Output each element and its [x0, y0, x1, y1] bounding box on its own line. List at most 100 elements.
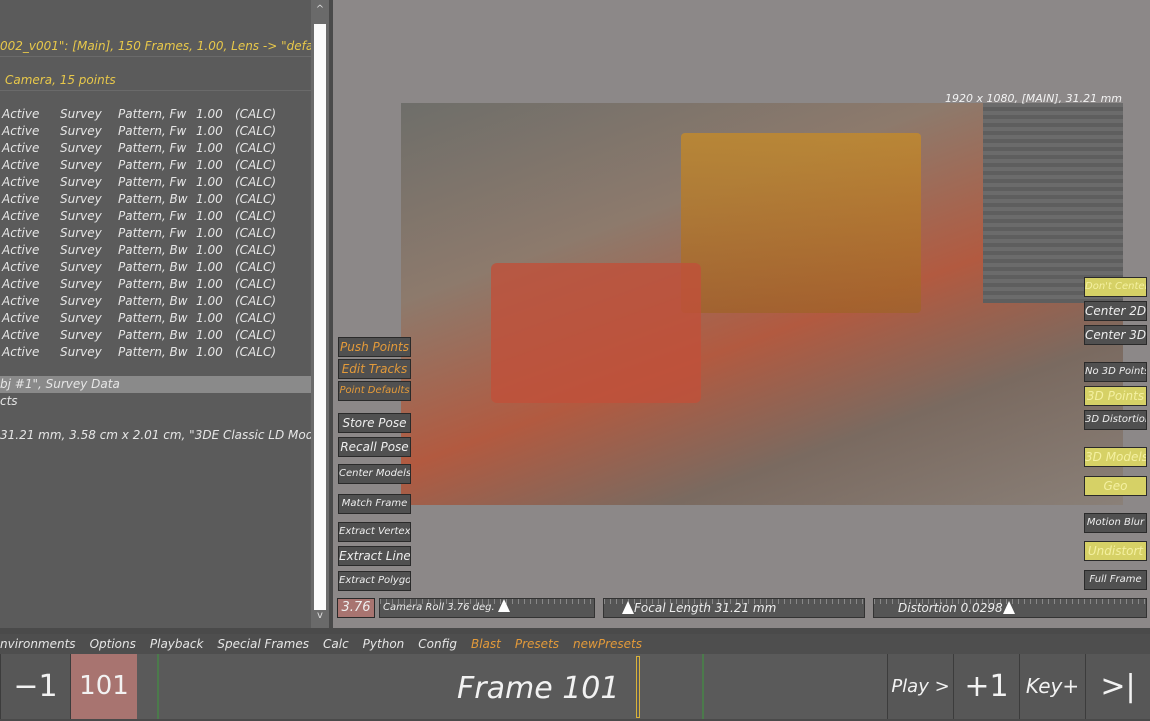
point-cell: 1.00 — [196, 294, 223, 308]
menu-item[interactable]: Python — [363, 637, 405, 651]
viewport-button[interactable]: Point Defaults — [338, 381, 411, 401]
point-row[interactable]: Active Survey Pattern, Fw 1.00 (CALC) — [0, 123, 311, 140]
camera-header[interactable]: 002_v001": [Main], 150 Frames, 1.00, Len… — [0, 35, 311, 57]
point-cell: 1.00 — [196, 124, 223, 138]
current-frame-field[interactable]: 101 — [70, 654, 137, 719]
viewport-toggle-button[interactable]: 3D Models — [1084, 447, 1147, 467]
point-cell: Survey — [60, 158, 102, 172]
viewport-toggle-button[interactable]: Center 2D — [1084, 301, 1147, 321]
point-cell: Pattern, Fw — [118, 124, 187, 138]
menu-item[interactable]: Playback — [150, 637, 204, 651]
point-cell: (CALC) — [235, 192, 277, 206]
point-row[interactable]: Active Survey Pattern, Fw 1.00 (CALC) — [0, 157, 311, 174]
lens-row[interactable]: 31.21 mm, 3.58 cm x 2.01 cm, "3DE Classi… — [0, 427, 311, 444]
point-row[interactable]: Active Survey Pattern, Bw 1.00 (CALC) — [0, 259, 311, 276]
playhead[interactable] — [636, 656, 640, 718]
point-cell: Survey — [60, 209, 102, 223]
point-cell: Pattern, Fw — [118, 141, 187, 155]
distortion-slider[interactable]: Distortion 0.0298 — [873, 598, 1147, 618]
frame-label: Frame 101 — [457, 671, 620, 706]
point-cell: Active — [2, 311, 40, 325]
menu-item[interactable]: Options — [90, 637, 136, 651]
point-row[interactable]: Active Survey Pattern, Fw 1.00 (CALC) — [0, 106, 311, 123]
point-row[interactable]: Active Survey Pattern, Fw 1.00 (CALC) — [0, 208, 311, 225]
point-cell: (CALC) — [235, 141, 277, 155]
scroll-thumb[interactable] — [314, 24, 326, 610]
point-row[interactable]: Active Survey Pattern, Fw 1.00 (CALC) — [0, 174, 311, 191]
point-row[interactable]: Active Survey Pattern, Bw 1.00 (CALC) — [0, 293, 311, 310]
point-cell: Active — [2, 226, 40, 240]
viewport-toggle-button[interactable]: Center 3D — [1084, 325, 1147, 345]
play-button[interactable]: Play > — [887, 654, 953, 719]
point-row[interactable]: Active Survey Pattern, Fw 1.00 (CALC) — [0, 140, 311, 157]
viewport-button[interactable]: Edit Tracks — [338, 359, 411, 379]
next-frame-button[interactable]: +1 — [953, 654, 1019, 719]
point-row[interactable]: Active Survey Pattern, Fw 1.00 (CALC) — [0, 225, 311, 242]
timeline: −1 101 Frame 101 Play > +1 Key+ >| — [0, 654, 1150, 719]
viewport-button[interactable]: Match Frame — [338, 494, 411, 514]
viewport-button[interactable]: Extract Line — [338, 546, 411, 566]
menu-item[interactable]: Special Frames — [217, 637, 309, 651]
scroll-up-button[interactable]: ^ — [311, 4, 329, 20]
object-row[interactable]: bj #1", Survey Data — [0, 376, 311, 393]
viewport-toggle-button[interactable]: No 3D Points — [1084, 362, 1147, 382]
point-cell: (CALC) — [235, 158, 277, 172]
keyframe-marker — [702, 654, 704, 719]
point-row[interactable]: Active Survey Pattern, Bw 1.00 (CALC) — [0, 276, 311, 293]
viewport-toggle-button[interactable]: Geo — [1084, 476, 1147, 496]
menu-item-preset[interactable]: newPresets — [573, 637, 642, 651]
point-cell: Survey — [60, 124, 102, 138]
point-row[interactable]: Active Survey Pattern, Bw 1.00 (CALC) — [0, 191, 311, 208]
point-cell: 1.00 — [196, 277, 223, 291]
viewport[interactable]: 1920 x 1080, [MAIN], 31.21 mm Push Point… — [333, 0, 1150, 628]
roll-value-field[interactable]: 3.76 — [337, 598, 375, 618]
point-cell: Pattern, Fw — [118, 107, 187, 121]
viewport-toggle-button[interactable]: 3D Distortion — [1084, 410, 1147, 430]
scroll-down-button[interactable]: v — [311, 610, 329, 626]
point-row[interactable]: Active Survey Pattern, Bw 1.00 (CALC) — [0, 327, 311, 344]
point-cell: Pattern, Fw — [118, 209, 187, 223]
point-cell: Survey — [60, 192, 102, 206]
viewport-button[interactable]: Push Points — [338, 337, 411, 357]
slider-handle[interactable] — [497, 599, 510, 612]
slider-handle[interactable] — [622, 601, 634, 614]
add-key-button[interactable]: Key+ — [1019, 654, 1085, 719]
point-cell: 1.00 — [196, 158, 223, 172]
viewport-toggle-button[interactable]: Full Frame — [1084, 570, 1147, 590]
viewport-button[interactable]: Store Pose — [338, 413, 411, 433]
viewport-button[interactable]: Extract Polygon — [338, 571, 411, 591]
keyframe-marker — [157, 654, 159, 719]
prev-frame-button[interactable]: −1 — [0, 654, 70, 719]
camera-roll-slider[interactable]: Camera Roll 3.76 deg. — [379, 598, 595, 618]
vertical-scrollbar[interactable]: ^ v — [311, 0, 329, 628]
menu-item-preset[interactable]: Presets — [515, 637, 559, 651]
focal-length-slider[interactable]: Focal Length 31.21 mm — [603, 598, 865, 618]
point-group-header[interactable]: Camera, 15 points — [0, 69, 311, 91]
frame-scrubber[interactable]: Frame 101 — [137, 654, 887, 719]
point-cell: Survey — [60, 243, 102, 257]
point-cell: (CALC) — [235, 260, 277, 274]
slider-handle[interactable] — [1002, 601, 1015, 614]
go-to-end-button[interactable]: >| — [1085, 654, 1150, 719]
menu-item[interactable]: Config — [418, 637, 457, 651]
viewport-button[interactable]: Recall Pose — [338, 437, 411, 457]
distortion-label: Distortion 0.0298 — [898, 601, 1003, 615]
point-row[interactable]: Active Survey Pattern, Bw 1.00 (CALC) — [0, 310, 311, 327]
viewport-toggle-button[interactable]: Don't Center — [1084, 277, 1147, 297]
menu-item-preset[interactable]: Blast — [471, 637, 501, 651]
objects-row[interactable]: cts — [0, 393, 311, 410]
viewport-toggle-button[interactable]: 3D Points — [1084, 386, 1147, 406]
viewport-button[interactable]: Center Models — [338, 464, 411, 484]
viewport-toggle-button[interactable]: Undistort — [1084, 541, 1147, 561]
point-cell: Active — [2, 294, 40, 308]
point-cell: Active — [2, 260, 40, 274]
point-row[interactable]: Active Survey Pattern, Bw 1.00 (CALC) — [0, 242, 311, 259]
menu-item[interactable]: nvironments — [0, 637, 76, 651]
viewport-toggle-button[interactable]: Motion Blur — [1084, 513, 1147, 533]
viewport-button[interactable]: Extract Vertex — [338, 522, 411, 542]
menu-item[interactable]: Calc — [323, 637, 349, 651]
point-cell: Active — [2, 192, 40, 206]
point-cell: Active — [2, 141, 40, 155]
point-row[interactable]: Active Survey Pattern, Bw 1.00 (CALC) — [0, 344, 311, 361]
point-cell: Pattern, Bw — [118, 192, 188, 206]
